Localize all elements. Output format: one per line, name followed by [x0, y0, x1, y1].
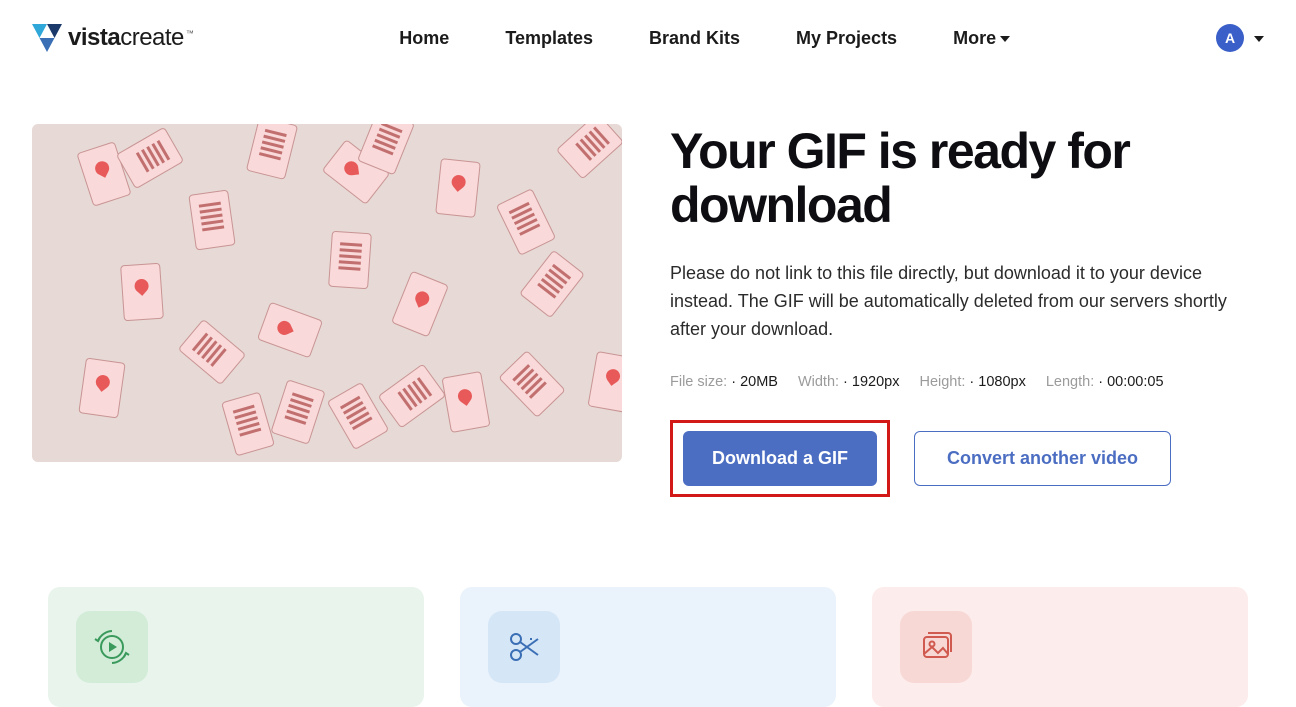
- logo-mark-icon: [32, 24, 62, 52]
- convert-another-button[interactable]: Convert another video: [914, 431, 1171, 486]
- feature-cards: [0, 497, 1296, 707]
- filesize-label: File size:: [670, 374, 727, 390]
- nav-templates[interactable]: Templates: [505, 28, 593, 49]
- nav-label: Brand Kits: [649, 28, 740, 49]
- nav-label: Templates: [505, 28, 593, 49]
- logo-text: vistacreate™: [68, 24, 193, 52]
- main-nav: Home Templates Brand Kits My Projects Mo…: [233, 28, 1176, 49]
- gif-preview: [32, 124, 622, 462]
- feature-card[interactable]: [48, 587, 424, 707]
- length-label: Length:: [1046, 374, 1094, 390]
- feature-card[interactable]: [460, 587, 836, 707]
- feature-card[interactable]: [872, 587, 1248, 707]
- nav-brand-kits[interactable]: Brand Kits: [649, 28, 740, 49]
- height-value: 1080px: [978, 374, 1026, 390]
- description: Please do not link to this file directly…: [670, 260, 1250, 344]
- cut-icon: [488, 611, 560, 683]
- header: vistacreate™ Home Templates Brand Kits M…: [0, 0, 1296, 76]
- height-label: Height:: [919, 374, 965, 390]
- file-meta: File size:·20MB Width:·1920px Height:·10…: [670, 374, 1264, 390]
- action-buttons: Download a GIF Convert another video: [670, 420, 1264, 497]
- filesize-value: 20MB: [740, 374, 778, 390]
- page-title: Your GIF is ready for download: [670, 124, 1264, 232]
- image-icon: [900, 611, 972, 683]
- nav-label: Home: [399, 28, 449, 49]
- nav-my-projects[interactable]: My Projects: [796, 28, 897, 49]
- nav-label: My Projects: [796, 28, 897, 49]
- download-gif-button[interactable]: Download a GIF: [683, 431, 877, 486]
- account-menu[interactable]: A: [1216, 24, 1264, 52]
- chevron-down-icon: [1254, 36, 1264, 42]
- nav-more[interactable]: More: [953, 28, 1010, 49]
- avatar: A: [1216, 24, 1244, 52]
- logo[interactable]: vistacreate™: [32, 24, 193, 52]
- nav-label: More: [953, 28, 996, 49]
- nav-home[interactable]: Home: [399, 28, 449, 49]
- width-label: Width:: [798, 374, 839, 390]
- chevron-down-icon: [1000, 36, 1010, 42]
- replay-icon: [76, 611, 148, 683]
- width-value: 1920px: [852, 374, 900, 390]
- main-content: Your GIF is ready for download Please do…: [0, 76, 1296, 497]
- download-panel: Your GIF is ready for download Please do…: [670, 124, 1264, 497]
- length-value: 00:00:05: [1107, 374, 1163, 390]
- highlight-box: Download a GIF: [670, 420, 890, 497]
